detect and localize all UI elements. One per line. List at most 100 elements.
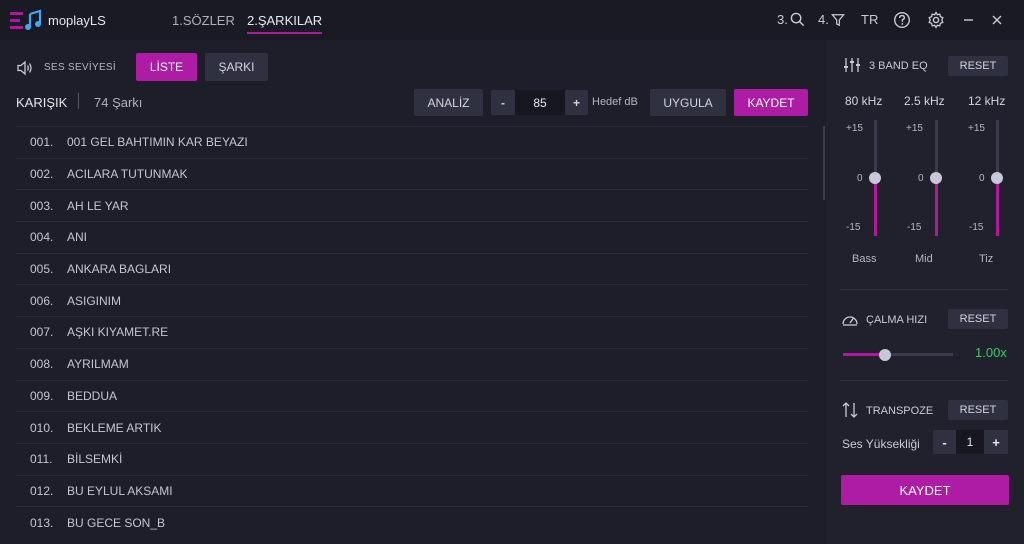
- search-button[interactable]: 3.: [777, 12, 805, 27]
- song-number: 007.: [30, 325, 54, 340]
- song-row[interactable]: 011. BİLSEMKİ: [16, 442, 808, 475]
- pitch-value[interactable]: 1: [956, 430, 984, 454]
- section-divider: [840, 289, 1008, 290]
- mid-tick-top: +15: [906, 123, 923, 134]
- treble-label: Tiz: [979, 253, 994, 265]
- song-number: 009.: [30, 388, 54, 403]
- song-number: 006.: [30, 293, 54, 308]
- song-number: 001.: [30, 135, 54, 150]
- speed-value: 1.00x: [975, 345, 1007, 360]
- playlist-name: KARIŞIK: [16, 95, 68, 110]
- mid-label: Mid: [915, 253, 933, 265]
- song-row[interactable]: 008. AYRILMAM: [16, 347, 808, 380]
- song-title: BİLSEMKİ: [67, 452, 123, 467]
- song-row[interactable]: 007. AŞKI KIYAMET.RE: [16, 316, 808, 348]
- treble-tick-bottom: -15: [969, 222, 984, 233]
- save-button[interactable]: KAYDET: [734, 89, 808, 116]
- scrollbar[interactable]: [823, 126, 825, 200]
- apply-button[interactable]: UYGULA: [650, 89, 726, 116]
- bass-tick-mid: 0: [857, 173, 863, 184]
- tab-sozler[interactable]: 1.SÖZLER: [172, 13, 235, 28]
- song-row[interactable]: 009. BEDDUA: [16, 379, 808, 412]
- minimize-icon[interactable]: [960, 11, 978, 29]
- eq-reset-button[interactable]: RESET: [948, 56, 1008, 76]
- audio-settings-panel: 3 BAND EQ RESET 80 kHz 2.5 kHz 12 kHz +1…: [826, 40, 1024, 544]
- target-db-input[interactable]: 85: [515, 90, 565, 115]
- treble-slider-thumb[interactable]: [991, 172, 1003, 184]
- song-row[interactable]: 002. ACILARA TUTUNMAK: [16, 157, 808, 190]
- bass-tick-top: +15: [846, 123, 863, 134]
- speed-slider-thumb[interactable]: [879, 349, 891, 361]
- sliders-icon: [844, 58, 860, 72]
- song-row[interactable]: 001. 001 GEL BAHTIMIN KAR BEYAZI: [16, 126, 808, 158]
- song-title: BU EYLUL AKSAMI: [67, 483, 173, 498]
- bass-label: Bass: [852, 253, 877, 265]
- track-count: 74 Şarkı: [94, 95, 143, 110]
- transpose-reset-button[interactable]: RESET: [948, 400, 1008, 420]
- song-title: ANI: [67, 230, 88, 245]
- settings-save-button[interactable]: KAYDET: [841, 475, 1009, 505]
- song-number: 002.: [30, 167, 54, 182]
- song-mode-button[interactable]: ŞARKI: [205, 53, 268, 81]
- speedometer-icon: [842, 316, 858, 326]
- song-number: 004.: [30, 230, 54, 245]
- song-number: 003.: [30, 198, 54, 213]
- bass-frequency: 80 kHz: [845, 94, 883, 108]
- bass-slider-thumb[interactable]: [869, 172, 881, 184]
- song-title: 001 GEL BAHTIMIN KAR BEYAZI: [67, 135, 248, 150]
- song-number: 008.: [30, 357, 54, 372]
- song-number: 011.: [30, 452, 53, 467]
- section-divider: [840, 380, 1008, 381]
- search-icon: [790, 12, 804, 27]
- song-title: ACILARA TUTUNMAK: [67, 167, 188, 182]
- song-title: AŞKI KIYAMET.RE: [67, 325, 169, 340]
- pitch-increment-button[interactable]: +: [984, 430, 1008, 454]
- pitch-decrement-button[interactable]: -: [933, 430, 956, 454]
- app-logo-icon: [10, 9, 42, 30]
- song-title: AH LE YAR: [67, 198, 129, 213]
- treble-frequency: 12 kHz: [968, 94, 1006, 108]
- filter-button[interactable]: 4.: [818, 12, 845, 27]
- song-list: 001. 001 GEL BAHTIMIN KAR BEYAZI 002. ACILA…: [16, 126, 808, 538]
- transpose-arrows-icon: [842, 402, 858, 418]
- song-row[interactable]: 012. BU EYLUL AKSAMI: [16, 474, 808, 507]
- speaker-icon[interactable]: [16, 60, 34, 76]
- song-number: 005.: [30, 262, 54, 277]
- song-number: 012.: [30, 483, 54, 498]
- tab-sarkilar[interactable]: 2.ŞARKILAR: [247, 13, 323, 34]
- help-icon[interactable]: [893, 11, 911, 29]
- song-row[interactable]: 003. AH LE YAR: [16, 189, 808, 221]
- song-panel: SES SEVİYESİ LİSTE ŞARKI KARIŞIK 74 Şark…: [0, 40, 826, 544]
- db-decrement-button[interactable]: -: [491, 90, 515, 115]
- gear-icon[interactable]: [927, 11, 945, 29]
- pitch-label: Ses Yüksekliği: [842, 437, 920, 451]
- volume-label: SES SEVİYESİ: [44, 62, 116, 73]
- song-row[interactable]: 013. BU GECE SON_B: [16, 506, 808, 538]
- mid-slider-thumb[interactable]: [930, 172, 942, 184]
- filter-shortcut-label: 4.: [818, 12, 829, 27]
- language-button[interactable]: TR: [861, 12, 878, 27]
- song-title: BU GECE SON_B: [67, 515, 166, 530]
- db-increment-button[interactable]: +: [565, 90, 588, 115]
- treble-slider-fill: [996, 178, 999, 236]
- mid-tick-bottom: -15: [907, 222, 922, 233]
- song-title: ASIGINIM: [67, 293, 122, 308]
- mid-tick-mid: 0: [918, 173, 924, 184]
- analyze-button[interactable]: ANALİZ: [414, 89, 483, 116]
- song-row[interactable]: 004. ANI: [16, 221, 808, 253]
- eq-title: 3 BAND EQ: [869, 60, 928, 72]
- song-title: BEKLEME ARTIK: [67, 420, 162, 435]
- song-row[interactable]: 006. ASIGINIM: [16, 284, 808, 316]
- app-title: moplayLS: [48, 13, 106, 28]
- song-number: 010.: [30, 420, 54, 435]
- mid-slider-fill: [935, 178, 938, 236]
- speed-reset-button[interactable]: RESET: [948, 309, 1008, 329]
- mid-frequency: 2.5 kHz: [904, 94, 945, 108]
- song-row[interactable]: 005. ANKARA BAGLARI: [16, 252, 808, 285]
- treble-tick-top: +15: [968, 123, 985, 134]
- song-row[interactable]: 010. BEKLEME ARTIK: [16, 411, 808, 443]
- close-icon[interactable]: [988, 11, 1006, 29]
- list-mode-button[interactable]: LİSTE: [136, 53, 197, 81]
- transpose-title: TRANSPOZE: [866, 405, 934, 417]
- song-title: AYRILMAM: [67, 357, 129, 372]
